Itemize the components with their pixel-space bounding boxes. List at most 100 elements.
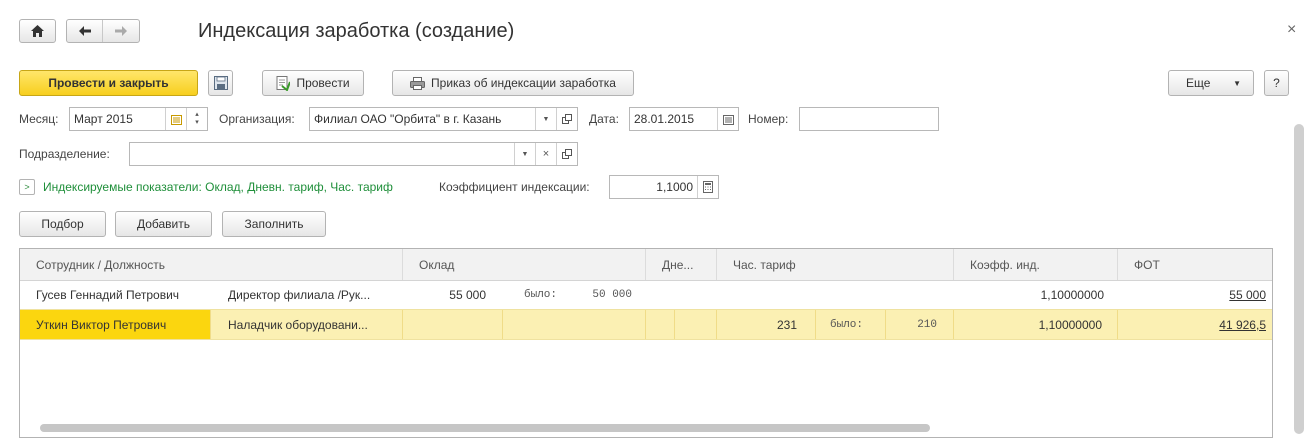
arrow-left-icon [78, 26, 91, 36]
post-label: Провести [296, 76, 350, 90]
salary-value: 55 000 [449, 287, 486, 302]
department-label: Подразделение: [19, 147, 110, 161]
employee-position: Наладчик оборудовани... [211, 310, 403, 339]
help-label: ? [1273, 76, 1280, 90]
add-button[interactable]: Добавить [115, 211, 212, 237]
date-field[interactable]: 28.01.2015 [629, 107, 739, 131]
arrow-right-icon [115, 26, 127, 36]
spin-down-icon[interactable]: ▾ [195, 119, 199, 127]
back-button[interactable] [67, 20, 103, 42]
save-button[interactable] [208, 70, 233, 96]
chevron-down-icon: ▼ [521, 150, 529, 158]
fot-value[interactable]: 41 926,5 [1118, 310, 1272, 339]
print-order-button[interactable]: Приказ об индексации заработка [392, 70, 634, 96]
calendar-icon [722, 114, 734, 125]
save-icon [213, 76, 228, 90]
salary-was-label [503, 310, 646, 339]
salary-value [403, 310, 503, 339]
printer-icon [410, 76, 426, 90]
post-and-close-label: Провести и закрыть [48, 76, 169, 90]
horizontal-scrollbar[interactable] [32, 424, 1262, 432]
organization-field[interactable]: Филиал ОАО "Орбита" в г. Казань ▼ [309, 107, 578, 131]
home-icon [31, 25, 44, 37]
coefficient-value: 1,10000000 [1040, 287, 1104, 302]
number-field[interactable] [799, 107, 939, 131]
number-label: Номер: [748, 112, 789, 126]
vertical-scrollbar[interactable] [1294, 124, 1304, 438]
month-calendar-button[interactable] [165, 108, 186, 130]
employee-name: Уткин Виктор Петрович [20, 310, 211, 339]
home-button[interactable] [19, 19, 56, 43]
chevron-down-icon: ▼ [542, 115, 550, 123]
employees-table[interactable]: Сотрудник / Должность Оклад Дне... Час. … [19, 248, 1273, 438]
calendar-icon [170, 114, 182, 125]
daily-was [675, 310, 717, 339]
post-document-icon [276, 75, 291, 91]
department-clear-button[interactable]: × [535, 143, 556, 165]
table-row-selected[interactable]: Уткин Виктор Петрович Наладчик оборудова… [20, 309, 1272, 340]
table-header: Сотрудник / Должность Оклад Дне... Час. … [20, 249, 1272, 281]
clear-icon: × [542, 148, 550, 160]
date-label: Дата: [589, 112, 619, 126]
help-button[interactable]: ? [1264, 70, 1289, 96]
hourly-was-label: было: [816, 310, 886, 339]
calculator-icon [703, 181, 713, 193]
employee-position: Директор филиала /Рук... [228, 287, 371, 302]
month-spinner[interactable]: ▴ ▾ [186, 108, 207, 130]
post-and-close-button[interactable]: Провести и закрыть [19, 70, 198, 96]
employee-name: Гусев Геннадий Петрович [36, 287, 180, 302]
organization-label: Организация: [219, 112, 295, 126]
date-calendar-button[interactable] [717, 108, 738, 130]
more-label: Еще [1186, 76, 1211, 90]
expand-indexed-button[interactable]: > [19, 179, 35, 195]
month-field[interactable]: Март 2015 ▴ ▾ [69, 107, 208, 131]
more-menu-button[interactable]: Еще ▼ [1168, 70, 1254, 96]
column-fot[interactable]: ФОТ [1118, 249, 1272, 280]
nav-arrows [66, 19, 140, 43]
salary-was-value: 50 000 [592, 288, 632, 301]
date-value: 28.01.2015 [634, 112, 695, 126]
pick-button[interactable]: Подбор [19, 211, 106, 237]
fot-value[interactable]: 55 000 [1118, 280, 1266, 309]
post-button[interactable]: Провести [262, 70, 364, 96]
indexed-indicators-link[interactable]: Индексируемые показатели: Оклад, Дневн. … [43, 180, 393, 194]
column-employee[interactable]: Сотрудник / Должность [20, 249, 403, 280]
coefficient-label: Коэффициент индексации: [439, 180, 590, 194]
column-daily-rate[interactable]: Дне... [646, 249, 717, 280]
pick-label: Подбор [41, 217, 84, 231]
department-open-button[interactable] [556, 143, 577, 165]
fill-button[interactable]: Заполнить [222, 211, 326, 237]
calculator-button[interactable] [697, 176, 718, 198]
vertical-scrollbar-thumb[interactable] [1294, 124, 1304, 434]
column-coefficient[interactable]: Коэфф. инд. [954, 249, 1118, 280]
organization-open-button[interactable] [556, 108, 577, 130]
hourly-value: 231 [717, 310, 816, 339]
chevron-right-icon: > [24, 182, 30, 192]
organization-dropdown-button[interactable]: ▼ [535, 108, 556, 130]
scrollbar-thumb[interactable] [40, 424, 930, 432]
add-label: Добавить [136, 217, 191, 231]
dropdown-arrow-icon: ▼ [1233, 78, 1241, 88]
fill-label: Заполнить [244, 217, 304, 231]
open-icon [562, 114, 572, 124]
print-order-label: Приказ об индексации заработка [431, 76, 616, 90]
table-row[interactable]: Гусев Геннадий Петрович Директор филиала… [20, 280, 1272, 309]
coefficient-value: 1,1000 [656, 180, 693, 194]
month-label: Месяц: [19, 112, 59, 126]
department-field[interactable]: ▼ × [129, 142, 578, 166]
column-hourly-rate[interactable]: Час. тариф [717, 249, 954, 280]
daily-value [646, 310, 675, 339]
hourly-value [717, 280, 798, 309]
column-salary[interactable]: Оклад [403, 249, 646, 280]
coefficient-value: 1,10000000 [954, 310, 1118, 339]
forward-button[interactable] [103, 20, 139, 42]
spin-up-icon[interactable]: ▴ [195, 111, 199, 119]
department-dropdown-button[interactable]: ▼ [514, 143, 535, 165]
coefficient-field[interactable]: 1,1000 [609, 175, 719, 199]
organization-value: Филиал ОАО "Орбита" в г. Казань [314, 112, 502, 126]
hourly-was-value: 210 [886, 310, 954, 339]
month-value: Март 2015 [74, 112, 133, 126]
open-icon [562, 149, 572, 159]
close-icon[interactable]: × [1287, 21, 1296, 39]
window-title: Индексация заработка (создание) [198, 20, 515, 42]
